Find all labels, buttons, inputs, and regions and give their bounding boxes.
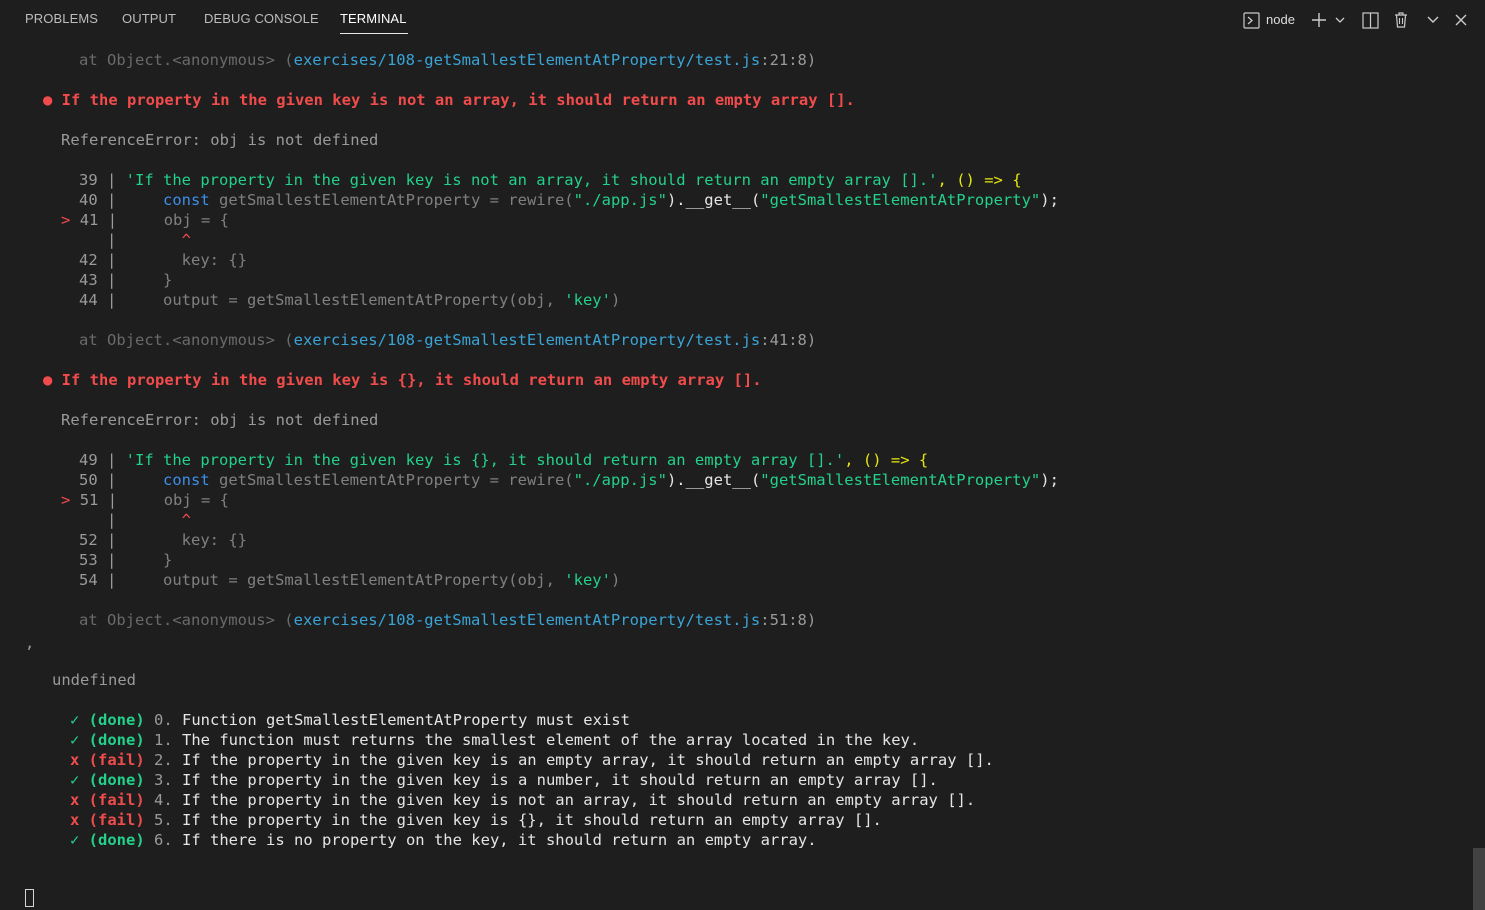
caret-line: | ^	[79, 231, 191, 249]
undefined-line: undefined	[52, 671, 136, 689]
check-icon: ✓	[70, 731, 89, 749]
result-number: 1.	[144, 731, 182, 749]
result-number: 2.	[144, 751, 182, 769]
result-status: (fail)	[88, 791, 145, 809]
check-icon: ✓	[70, 711, 89, 729]
result-status: (done)	[88, 711, 145, 729]
file-link[interactable]: exercises/108-getSmallestElementAtProper…	[294, 51, 761, 69]
stack-trace-line: at Object.<anonymous> (exercises/108-get…	[79, 611, 817, 629]
failed-test-title: ● If the property in the given key is {}…	[43, 371, 762, 389]
terminal-output[interactable]: at Object.<anonymous> (exercises/108-get…	[0, 0, 1485, 910]
result-text: If the property in the given key is a nu…	[182, 771, 938, 789]
comma-line: ,	[25, 634, 35, 652]
result-status: (fail)	[88, 751, 145, 769]
terminal-cursor	[25, 889, 34, 907]
fail-x-icon: x	[70, 791, 89, 809]
stack-trace-line: at Object.<anonymous> (exercises/108-get…	[79, 331, 817, 349]
result-text: If the property in the given key is an e…	[182, 751, 994, 769]
fail-x-icon: x	[70, 811, 89, 829]
code-line: 50 | const getSmallestElementAtProperty …	[79, 471, 1059, 489]
result-number: 0.	[144, 711, 182, 729]
code-line: 40 | const getSmallestElementAtProperty …	[79, 191, 1059, 209]
result-text: If the property in the given key is {}, …	[182, 811, 882, 829]
code-line: 44 | output = getSmallestElementAtProper…	[79, 291, 621, 309]
code-line: 53 | }	[79, 551, 173, 569]
fail-x-icon: x	[70, 751, 89, 769]
failed-test-title: ● If the property in the given key is no…	[43, 91, 855, 109]
test-result-item: x (fail) 5. If the property in the given…	[70, 810, 882, 830]
code-line-error: > 51 | obj = {	[61, 491, 230, 509]
result-text: If the property in the given key is not …	[182, 791, 976, 809]
test-result-item: ✓ (done) 0. Function getSmallestElementA…	[70, 710, 630, 730]
code-line: 39 | 'If the property in the given key i…	[79, 171, 1022, 189]
test-result-item: ✓ (done) 1. The function must returns th…	[70, 730, 919, 750]
result-text: Function getSmallestElementAtProperty mu…	[182, 711, 630, 729]
caret-line: | ^	[79, 511, 191, 529]
stack-trace-line: at Object.<anonymous> (exercises/108-get…	[79, 51, 817, 69]
result-text: The function must returns the smallest e…	[182, 731, 920, 749]
result-status: (fail)	[88, 811, 145, 829]
result-number: 6.	[144, 831, 182, 849]
code-line-error: > 41 | obj = {	[61, 211, 230, 229]
code-line: 43 | }	[79, 271, 173, 289]
test-result-item: ✓ (done) 3. If the property in the given…	[70, 770, 938, 790]
result-status: (done)	[88, 731, 145, 749]
code-line: 49 | 'If the property in the given key i…	[79, 451, 929, 469]
scrollbar-thumb[interactable]	[1473, 848, 1485, 910]
result-number: 5.	[144, 811, 182, 829]
error-message: ReferenceError: obj is not defined	[61, 131, 379, 149]
result-number: 4.	[144, 791, 182, 809]
test-result-item: x (fail) 4. If the property in the given…	[70, 790, 975, 810]
file-link[interactable]: exercises/108-getSmallestElementAtProper…	[294, 611, 761, 629]
result-status: (done)	[88, 831, 145, 849]
code-line: 54 | output = getSmallestElementAtProper…	[79, 571, 621, 589]
check-icon: ✓	[70, 831, 89, 849]
check-icon: ✓	[70, 771, 89, 789]
test-result-item: x (fail) 2. If the property in the given…	[70, 750, 994, 770]
code-line: 42 | key: {}	[79, 251, 247, 269]
file-link[interactable]: exercises/108-getSmallestElementAtProper…	[294, 331, 761, 349]
test-result-item: ✓ (done) 6. If there is no property on t…	[70, 830, 817, 850]
result-number: 3.	[144, 771, 182, 789]
result-text: If there is no property on the key, it s…	[182, 831, 817, 849]
error-message: ReferenceError: obj is not defined	[61, 411, 379, 429]
code-line: 52 | key: {}	[79, 531, 247, 549]
result-status: (done)	[88, 771, 145, 789]
